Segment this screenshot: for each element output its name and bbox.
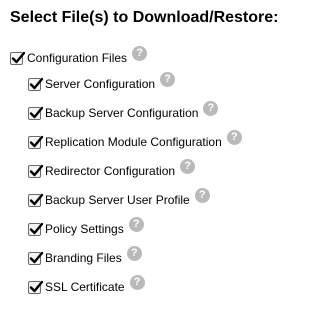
- tree-item-branding-files[interactable]: Branding Files ?: [28, 245, 142, 268]
- checkmark-icon: [29, 193, 44, 205]
- checkmark-icon: [29, 106, 44, 118]
- tree-item-backup-server-user-profile[interactable]: Backup Server User Profile ?: [28, 187, 210, 210]
- help-icon[interactable]: ?: [180, 158, 196, 174]
- tree-item-ssl-certificate[interactable]: SSL Certificate ?: [28, 274, 145, 297]
- tree-item-label: Server Configuration: [45, 77, 156, 91]
- tree-item-label: Backup Server Configuration: [45, 106, 199, 120]
- help-icon[interactable]: ?: [129, 274, 145, 290]
- tree-item-redirector-configuration[interactable]: Redirector Configuration ?: [28, 158, 196, 181]
- redirector-configuration-checkbox[interactable]: [28, 164, 44, 178]
- help-icon[interactable]: ?: [160, 71, 176, 87]
- server-configuration-checkbox[interactable]: [28, 77, 44, 91]
- checkmark-icon: [29, 77, 44, 89]
- checkmark-icon: [29, 135, 44, 147]
- tree-item-policy-settings[interactable]: Policy Settings ?: [28, 216, 144, 239]
- help-icon[interactable]: ?: [226, 129, 242, 145]
- replication-module-configuration-checkbox[interactable]: [28, 135, 44, 149]
- checkmark-icon: [29, 164, 44, 176]
- tree-item-label: Redirector Configuration: [45, 164, 176, 178]
- backup-server-configuration-checkbox[interactable]: [28, 106, 44, 120]
- checkmark-icon: [11, 51, 26, 63]
- file-selection-tree: Configuration Files ? Server Configurati…: [0, 0, 290, 310]
- tree-item-replication-module-configuration[interactable]: Replication Module Configuration ?: [28, 129, 242, 152]
- checkmark-icon: [29, 251, 44, 263]
- tree-item-label: Replication Module Configuration: [45, 135, 222, 149]
- ssl-certificate-checkbox[interactable]: [28, 280, 44, 294]
- backup-server-user-profile-checkbox[interactable]: [28, 193, 44, 207]
- tree-item-server-configuration[interactable]: Server Configuration ?: [28, 71, 176, 94]
- tree-item-configuration-files[interactable]: Configuration Files ?: [10, 45, 148, 68]
- tree-item-label: Configuration Files: [27, 51, 128, 65]
- help-icon[interactable]: ?: [128, 216, 144, 232]
- tree-item-label: Branding Files: [45, 251, 122, 265]
- tree-item-label: SSL Certificate: [45, 280, 125, 294]
- checkmark-icon: [29, 280, 44, 292]
- tree-item-label: Policy Settings: [45, 222, 124, 236]
- help-icon[interactable]: ?: [194, 187, 210, 203]
- help-icon[interactable]: ?: [132, 45, 148, 61]
- tree-item-backup-server-configuration[interactable]: Backup Server Configuration ?: [28, 100, 219, 123]
- branding-files-checkbox[interactable]: [28, 251, 44, 265]
- checkmark-icon: [29, 222, 44, 234]
- policy-settings-checkbox[interactable]: [28, 222, 44, 236]
- help-icon[interactable]: ?: [203, 100, 219, 116]
- configuration-files-checkbox[interactable]: [10, 51, 26, 65]
- help-icon[interactable]: ?: [126, 245, 142, 261]
- tree-item-label: Backup Server User Profile: [45, 193, 190, 207]
